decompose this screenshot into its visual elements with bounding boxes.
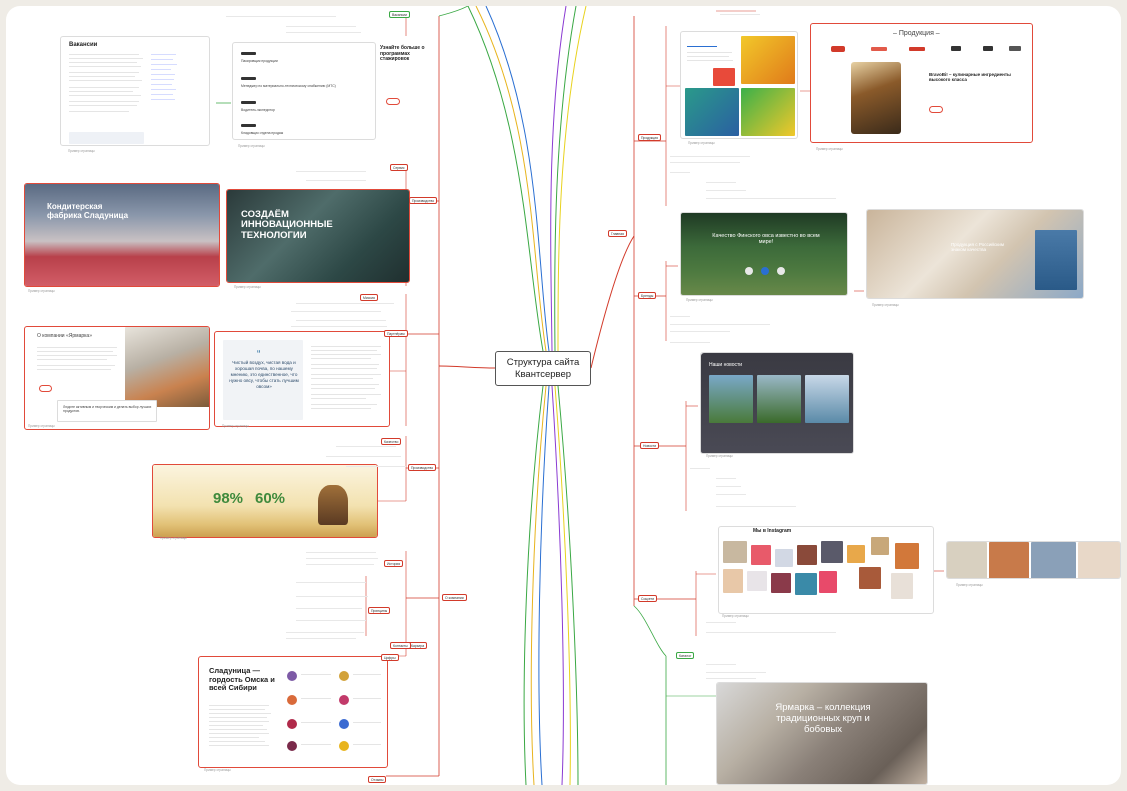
stat-value-2: 60%	[255, 490, 286, 507]
vacancies-list-caption: Пример страницы	[238, 144, 265, 148]
tag-main[interactable]: Главная	[608, 230, 627, 237]
feature-icon-2	[339, 671, 349, 681]
feature-icon-4	[339, 695, 349, 705]
stats-page-preview[interactable]: 98% 60%	[152, 464, 378, 538]
vacancy-row-4[interactable]: Кладовщик отдела продаж	[241, 131, 283, 136]
brands-grid-preview[interactable]	[680, 31, 798, 139]
tag-production[interactable]: Производство	[409, 197, 438, 204]
feature-icon-8	[339, 741, 349, 751]
product-card-title: Продукция с Российским знаком качества	[951, 242, 1005, 253]
quality-page-preview[interactable]: Качество Финского овса известно во всем …	[680, 212, 848, 296]
feature-icon-6	[339, 719, 349, 729]
tag-production-2[interactable]: Производство	[408, 464, 437, 471]
quality-title: Качество Финского овса известно во всем …	[712, 233, 820, 246]
feature-icon-3	[287, 695, 297, 705]
tag-reviews[interactable]: Отзывы	[368, 776, 387, 783]
tag-products[interactable]: Продукция	[638, 134, 661, 141]
instagram-strip-preview[interactable]	[946, 541, 1121, 579]
news-page-preview[interactable]: Наши новости	[700, 352, 854, 454]
tag-about-company[interactable]: О компании	[442, 594, 467, 601]
sladunitsa-title: Сладуница — гордость Омска и всей Сибири	[209, 666, 275, 693]
product-card-caption: Пример страницы	[872, 303, 899, 307]
quote-mark-icon: “	[257, 349, 261, 360]
instagram-page-preview[interactable]: Мы в Instagram	[718, 526, 934, 614]
brand-line: BravoBi! – кулинарные ингредиенты высоко…	[929, 72, 1011, 83]
products-title: – Продукция –	[893, 30, 940, 37]
quote-caption: Пример страницы	[222, 424, 249, 428]
quality-caption: Пример страницы	[686, 298, 713, 302]
news-title: Наши новости	[709, 362, 743, 368]
feature-icon-7	[287, 741, 297, 751]
innovation-title: СОЗДАЁМ ИННОВАЦИОННЫЕ ТЕХНОЛОГИИ	[241, 209, 333, 241]
about-yarmarka-note-box: Людите активным и творческим и делать вы…	[57, 400, 157, 422]
about-yarmarka-preview[interactable]: О компании «Ярмарка» Людите активным и т…	[24, 326, 210, 430]
tag-news[interactable]: Новости	[640, 442, 660, 449]
about-yarmarka-caption: Пример страницы	[28, 424, 55, 428]
quote-page-preview[interactable]: “ Чистый воздух, чистая вода и хорошая п…	[214, 331, 390, 427]
about-yarmarka-note: Людите активным и творческим и делать вы…	[63, 405, 152, 413]
tag-social[interactable]: Соцсети	[638, 595, 658, 602]
vacancy-row-3[interactable]: Водитель-экспедитор	[241, 108, 275, 113]
stat-value-1: 98%	[213, 490, 244, 507]
yarmarka-page-preview[interactable]: Ярмарка – коллекция традиционных круп и …	[716, 682, 928, 785]
product-card-preview[interactable]: Продукция с Российским знаком качества	[866, 209, 1084, 299]
tag-brands[interactable]: Бренды	[638, 292, 657, 299]
vacancy-row-1[interactable]: Пакировщик продукции	[241, 59, 278, 64]
brands-grid-caption: Пример страницы	[688, 141, 715, 145]
root-node[interactable]: Структура сайта Квантсервер	[495, 351, 591, 386]
factory-page-preview[interactable]: Кондитерская фабрика Сладуница	[24, 183, 220, 287]
internship-promo: Узнайте больше о программах стажировок	[380, 45, 425, 62]
internship-button[interactable]	[386, 98, 401, 105]
products-page-preview[interactable]: – Продукция – BravoBi! – кулинарные ингр…	[810, 23, 1033, 143]
vacancies-caption: Пример страницы	[68, 149, 95, 153]
about-yarmarka-title: О компании «Ярмарка»	[37, 333, 92, 339]
tag-catalog[interactable]: Каталог	[676, 652, 695, 659]
yarmarka-title: Ярмарка – коллекция традиционных круп и …	[775, 702, 871, 735]
innovation-page-preview[interactable]: СОЗДАЁМ ИННОВАЦИОННЫЕ ТЕХНОЛОГИИ	[226, 189, 410, 283]
tag-career[interactable]: Карьера	[408, 642, 428, 649]
mindmap-canvas: Структура сайта Квантсервер Вакансии При…	[6, 6, 1121, 785]
feature-icon-1	[287, 671, 297, 681]
vacancy-row-2[interactable]: Менеджер по материально-техническому сна…	[241, 84, 336, 89]
tag-principles[interactable]: Принципы	[368, 607, 391, 614]
tag-vacancies[interactable]: Вакансии	[389, 11, 410, 18]
feature-icon-5	[287, 719, 297, 729]
instagram-title: Мы в Instagram	[753, 528, 792, 534]
tag-numbers[interactable]: Цифры	[381, 654, 399, 661]
instagram-caption-2: Пример страницы	[722, 614, 749, 618]
innovation-caption: Пример страницы	[234, 285, 261, 289]
news-caption: Пример страницы	[706, 454, 733, 458]
stats-caption: Пример страницы	[160, 536, 187, 540]
products-caption: Пример страницы	[816, 147, 843, 151]
instagram-caption: Пример страницы	[956, 583, 983, 587]
sladunitsa-caption: Пример страницы	[204, 768, 231, 772]
tag-partners[interactable]: Партнёрам	[384, 330, 408, 337]
tag-history[interactable]: История	[384, 560, 404, 567]
factory-caption: Пример страницы	[28, 289, 55, 293]
vacancies-title: Вакансии	[69, 42, 98, 48]
tag-contacts[interactable]: Контакты	[390, 642, 411, 649]
factory-title: Кондитерская фабрика Сладуница	[47, 202, 129, 220]
tag-quality[interactable]: Качество	[381, 438, 402, 445]
vacancies-list-preview[interactable]: Пакировщик продукции Менеджер по материа…	[232, 42, 376, 140]
tag-service[interactable]: Сервис	[390, 164, 408, 171]
quote-text: Чистый воздух, чистая вода и хорошая поч…	[229, 360, 299, 389]
vacancies-page-preview[interactable]: Вакансии	[60, 36, 210, 146]
tag-mission[interactable]: Миссия	[360, 294, 378, 301]
sladunitsa-page-preview[interactable]: Сладуница — гордость Омска и всей Сибири	[198, 656, 388, 768]
